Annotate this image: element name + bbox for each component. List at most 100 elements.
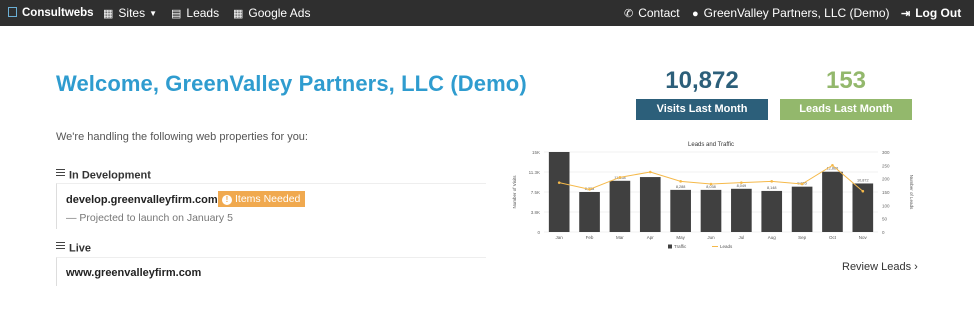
exclamation-icon: ! — [222, 195, 232, 205]
bar-data-label: 8,038 — [706, 185, 716, 189]
user-icon: ● — [692, 8, 699, 20]
bar-data-label: 8,148 — [767, 186, 777, 190]
x-tick-label: Aug — [768, 235, 777, 240]
x-tick-label: Oct — [829, 235, 837, 240]
y-tick-label: 7.5K — [531, 190, 540, 195]
caret-down-icon: ▼ — [149, 9, 158, 18]
leads-label: Leads Last Month — [780, 99, 912, 120]
legend-traffic-label: Traffic — [674, 244, 687, 249]
phone-icon: ✆ — [624, 8, 634, 20]
y2-tick-label: 250 — [882, 163, 890, 168]
nav-logout-button[interactable]: ⇥ Log Out — [901, 0, 961, 26]
y2-tick-label: 50 — [882, 217, 888, 222]
chart-title: Leads and Traffic — [688, 142, 734, 148]
nav-leads-link[interactable]: ▤ Leads — [171, 0, 219, 26]
bar-data-label: 10,872 — [857, 178, 869, 182]
in-development-label: In Development — [69, 169, 151, 182]
leads-point — [588, 188, 591, 191]
brand-name-part-1: Consult — [22, 7, 65, 19]
nav-sites-label: Sites — [118, 6, 146, 20]
visits-label: Visits Last Month — [636, 99, 768, 120]
y2-tick-label: 0 — [882, 230, 885, 235]
traffic-bar — [548, 152, 570, 232]
x-tick-label: May — [676, 235, 685, 240]
x-tick-label: Jun — [707, 235, 715, 240]
y2-axis-label: Number of Leads — [909, 175, 914, 210]
y-axis-label: Number of Visits — [512, 175, 517, 209]
x-tick-label: Jan — [556, 235, 564, 240]
page-title: Welcome, GreenValley Partners, LLC (Demo… — [56, 71, 527, 96]
dev-domain-link[interactable]: develop.greenvalleyfirm.com — [66, 194, 218, 206]
y2-tick-label: 200 — [882, 177, 890, 182]
leads-point — [740, 181, 743, 184]
y-tick-label: 3.8K — [531, 210, 540, 215]
leads-point — [831, 164, 834, 167]
nav-google-ads-label: Google Ads — [248, 6, 311, 20]
list-icon — [56, 240, 65, 251]
leads-point — [679, 180, 682, 183]
bar-data-label: 8,049 — [737, 184, 747, 188]
leads-point — [709, 182, 713, 186]
traffic-bar — [639, 177, 661, 232]
bar-chart-icon: ▤ — [171, 8, 182, 20]
leads-point — [800, 182, 804, 186]
live-label: Live — [69, 242, 92, 255]
leads-traffic-chart: Leads and Traffic 0 3.8K 7.5K 11.3K 15K 0 50 100… — [512, 142, 914, 249]
nav-leads-label: Leads — [186, 6, 220, 20]
leads-value: 153 — [825, 67, 867, 94]
logout-icon: ⇥ — [901, 8, 911, 20]
logo-square-icon — [8, 7, 17, 17]
traffic-bar — [579, 192, 600, 232]
traffic-bar — [731, 188, 752, 232]
traffic-bar — [670, 189, 691, 232]
traffic-bar — [791, 186, 813, 232]
review-leads-link[interactable]: Review Leads › — [842, 261, 918, 273]
x-tick-label: Sep — [798, 235, 807, 240]
leads-point — [557, 181, 561, 184]
x-tick-label: Mar — [616, 235, 624, 240]
traffic-bar — [761, 190, 783, 232]
items-needed-badge[interactable]: ! Items Needed — [218, 191, 306, 207]
y2-tick-label: 150 — [882, 190, 890, 195]
leads-point — [648, 170, 652, 174]
items-needed-label: Items Needed — [235, 193, 301, 205]
nav-user-label: GreenValley Partners, LLC (Demo) — [703, 6, 890, 20]
y2-tick-label: 100 — [882, 203, 890, 208]
traffic-bar — [609, 180, 631, 232]
list-icon — [56, 167, 65, 178]
nav-contact-link[interactable]: ✆ Contact — [624, 0, 680, 26]
legend-leads-label: Leads — [720, 244, 733, 249]
top-navbar: Consultwebs ▦ Sites ▼ ▤ Leads ▦ Google Ads ✆… — [0, 0, 974, 26]
launch-projection-text: — Projected to launch on January 5 — [66, 212, 233, 224]
nav-contact-label: Contact — [638, 6, 680, 20]
y-tick-label: 15K — [532, 150, 540, 155]
live-property: www.greenvalleyfirm.com — [56, 257, 486, 286]
live-heading: Live — [56, 240, 91, 255]
table-icon: ▦ — [233, 8, 244, 20]
grid-icon: ▦ — [103, 8, 114, 20]
legend-traffic-swatch — [668, 244, 672, 249]
x-tick-label: Feb — [586, 235, 594, 240]
leads-point — [861, 189, 865, 193]
x-tick-label: Jul — [738, 235, 744, 240]
nav-google-ads-link[interactable]: ▦ Google Ads — [233, 0, 310, 26]
traffic-bar — [700, 189, 722, 232]
brand-logo[interactable]: Consultwebs — [8, 0, 94, 26]
y-tick-label: 0 — [537, 230, 540, 235]
nav-sites-dropdown[interactable]: ▦ Sites ▼ — [103, 0, 157, 26]
nav-user-account[interactable]: ● GreenValley Partners, LLC (Demo) — [692, 0, 890, 26]
nav-logout-label: Log Out — [915, 6, 962, 20]
brand-name-part-2: webs — [64, 7, 94, 19]
traffic-bar — [822, 171, 843, 232]
y-tick-label: 11.3K — [529, 170, 540, 175]
leads-point — [770, 180, 774, 183]
in-development-property: develop.greenvalleyfirm.com ! Items Neede… — [56, 183, 486, 229]
properties-intro-text: We're handling the following web propert… — [56, 131, 308, 143]
x-tick-label: Nov — [859, 235, 868, 240]
in-development-heading: In Development — [56, 167, 151, 182]
leads-point — [618, 176, 622, 179]
live-domain-link[interactable]: www.greenvalleyfirm.com — [66, 267, 201, 279]
x-tick-label: Apr — [647, 235, 655, 240]
y2-tick-label: 300 — [882, 150, 890, 155]
visits-value: 10,872 — [665, 67, 739, 94]
